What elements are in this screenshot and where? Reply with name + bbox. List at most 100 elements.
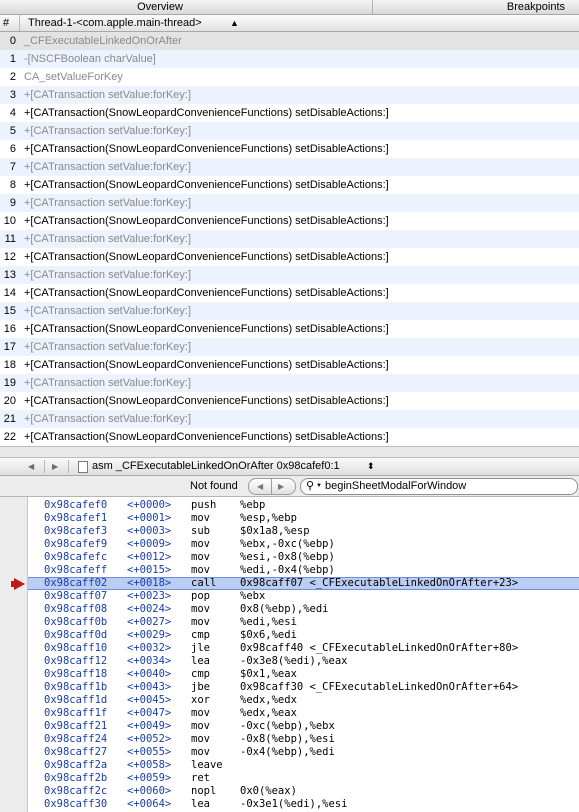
back-arrow-icon[interactable]: ◀ <box>28 458 34 475</box>
stack-frame-row[interactable]: 3 +[CATransaction setValue:forKey:] <box>0 86 579 104</box>
instruction-row[interactable]: 0x98caff21 <+0049> mov -0xc(%ebp),%ebx <box>28 720 579 733</box>
stack-frame-row[interactable]: 17 +[CATransaction setValue:forKey:] <box>0 338 579 356</box>
instruction-operands: $0x1,%eax <box>240 668 297 680</box>
instruction-address: 0x98caff1d <box>44 694 108 706</box>
instruction-row[interactable]: 0x98caff07 <+0023> pop %ebx <box>28 590 579 603</box>
instruction-address: 0x98cafefc <box>44 551 108 563</box>
instruction-mnemonic: mov <box>191 733 210 745</box>
stack-frame-row[interactable]: 10 +[CATransaction(SnowLeopardConvenience… <box>0 212 579 230</box>
instruction-row[interactable]: 0x98cafeff <+0015> mov %edi,-0x4(%ebp) <box>28 564 579 577</box>
frame-number: 18 <box>3 359 16 371</box>
thread-selector[interactable]: Thread-1-<com.apple.main-thread> <box>28 15 202 31</box>
current-instruction-row[interactable]: 0x98caff02 <+0018> call 0x98caff07 <_CFExec… <box>28 577 579 590</box>
frame-number: 4 <box>9 107 16 119</box>
instruction-mnemonic: mov <box>191 551 210 563</box>
thread-popup-arrows-icon[interactable]: ▲ <box>230 15 239 31</box>
search-icon[interactable]: ⚲ <box>306 480 314 493</box>
instruction-address: 0x98caff2c <box>44 785 108 797</box>
forward-arrow-icon[interactable]: ▶ <box>52 458 58 475</box>
instruction-mnemonic: push <box>191 499 217 511</box>
search-menu-caret-icon[interactable]: ▼ <box>316 481 322 491</box>
find-next-icon[interactable]: ▶ <box>278 479 284 494</box>
instruction-row[interactable]: 0x98caff08 <+0024> mov 0x8(%ebp),%edi <box>28 603 579 616</box>
stack-frame-row[interactable]: 1 -[NSCFBoolean charValue] <box>0 50 579 68</box>
instruction-row[interactable]: 0x98caff1b <+0043> jbe 0x98caff30 <_CFExecu… <box>28 681 579 694</box>
frame-function-name: +[CATransaction setValue:forKey:] <box>24 413 192 425</box>
document-icon <box>78 461 88 473</box>
instruction-row[interactable]: 0x98caff1d <+0045> xor %edx,%edx <box>28 694 579 707</box>
find-previous-icon[interactable]: ◀ <box>257 479 263 494</box>
instruction-row[interactable]: 0x98caff24 <+0052> mov -0x8(%ebp),%esi <box>28 733 579 746</box>
instruction-address: 0x98caff02 <box>44 577 108 589</box>
stack-frame-row[interactable]: 8 +[CATransaction(SnowLeopardConvenienceF… <box>0 176 579 194</box>
instruction-row[interactable]: 0x98caff2a <+0058> leave <box>28 759 579 772</box>
instruction-operands: %edx,%eax <box>240 707 297 719</box>
stack-frame-row[interactable]: 22 +[CATransaction(SnowLeopardConvenience… <box>0 428 579 446</box>
stack-frame-row[interactable]: 12 +[CATransaction(SnowLeopardConvenience… <box>0 248 579 266</box>
instruction-row[interactable]: 0x98caff2b <+0059> ret <box>28 772 579 785</box>
stack-frame-row[interactable]: 20 +[CATransaction(SnowLeopardConvenience… <box>0 392 579 410</box>
instruction-row[interactable]: 0x98cafef9 <+0009> mov %ebx,-0xc(%ebp) <box>28 538 579 551</box>
instruction-operands: -0x3e1(%edi),%esi <box>240 798 348 810</box>
frame-number: 20 <box>3 395 16 407</box>
path-popup-arrows-icon[interactable]: ⬍ <box>367 458 375 475</box>
instruction-offset: <+0058> <box>127 759 172 771</box>
instruction-row[interactable]: 0x98cafef3 <+0003> sub $0x1a8,%esp <box>28 525 579 538</box>
frame-function-name: CA_setValueForKey <box>24 71 123 83</box>
instruction-offset: <+0060> <box>127 785 172 797</box>
stack-frame-row[interactable]: 18 +[CATransaction(SnowLeopardConvenience… <box>0 356 579 374</box>
stack-frame-row[interactable]: 7 +[CATransaction setValue:forKey:] <box>0 158 579 176</box>
instruction-operands: -0x3e8(%edi),%eax <box>240 655 348 667</box>
instruction-row[interactable]: 0x98caff10 <+0032> jle 0x98caff40 <_CFExecu… <box>28 642 579 655</box>
frame-function-name: -[NSCFBoolean charValue] <box>24 53 156 65</box>
stack-frame-row[interactable]: 6 +[CATransaction(SnowLeopardConvenienceF… <box>0 140 579 158</box>
overview-title[interactable]: Overview <box>0 0 320 14</box>
instruction-row[interactable]: 0x98caff1f <+0047> mov %edx,%eax <box>28 707 579 720</box>
split-view-divider[interactable] <box>0 446 579 458</box>
instruction-mnemonic: mov <box>191 603 210 615</box>
stack-frame-row[interactable]: 5 +[CATransaction setValue:forKey:] <box>0 122 579 140</box>
instruction-address: 0x98caff18 <box>44 668 108 680</box>
instruction-mnemonic: mov <box>191 720 210 732</box>
instruction-row[interactable]: 0x98caff30 <+0064> lea -0x3e1(%edi),%esi <box>28 798 579 811</box>
navigation-bar: ◀ ▶ asm _CFExecutableLinkedOnOrAfter 0x9… <box>0 458 579 476</box>
stack-frame-row[interactable]: 11 +[CATransaction setValue:forKey:] <box>0 230 579 248</box>
instruction-row[interactable]: 0x98cafef1 <+0001> mov %esp,%ebp <box>28 512 579 525</box>
instruction-operands: %ebx,-0xc(%ebp) <box>240 538 335 550</box>
instruction-row[interactable]: 0x98caff2c <+0060> nopl 0x0(%eax) <box>28 785 579 798</box>
instruction-mnemonic: mov <box>191 707 210 719</box>
stack-frame-row[interactable]: 14 +[CATransaction(SnowLeopardConvenience… <box>0 284 579 302</box>
stack-frame-row[interactable]: 2 CA_setValueForKey <box>0 68 579 86</box>
instruction-offset: <+0023> <box>127 590 172 602</box>
stack-frame-row[interactable]: 9 +[CATransaction setValue:forKey:] <box>0 194 579 212</box>
instruction-offset: <+0064> <box>127 798 172 810</box>
instruction-offset: <+0043> <box>127 681 172 693</box>
instruction-address: 0x98caff0d <box>44 629 108 641</box>
file-path-popup[interactable]: asm _CFExecutableLinkedOnOrAfter 0x98caf… <box>92 458 340 475</box>
stack-frame-row[interactable]: 0 _CFExecutableLinkedOnOrAfter <box>0 32 579 50</box>
frame-number: 5 <box>9 125 16 137</box>
stack-frame-row[interactable]: 21 +[CATransaction setValue:forKey:] <box>0 410 579 428</box>
stack-frame-row[interactable]: 16 +[CATransaction(SnowLeopardConvenience… <box>0 320 579 338</box>
instruction-row[interactable]: 0x98cafefc <+0012> mov %esi,-0x8(%ebp) <box>28 551 579 564</box>
instruction-row[interactable]: 0x98caff12 <+0034> lea -0x3e8(%edi),%eax <box>28 655 579 668</box>
instruction-offset: <+0024> <box>127 603 172 615</box>
frame-number: 9 <box>9 197 16 209</box>
stack-frame-row[interactable]: 15 +[CATransaction setValue:forKey:] <box>0 302 579 320</box>
breakpoints-title[interactable]: Breakpoints <box>507 0 565 14</box>
instruction-row[interactable]: 0x98cafef0 <+0000> push %ebp <box>28 499 579 512</box>
instruction-row[interactable]: 0x98caff18 <+0040> cmp $0x1,%eax <box>28 668 579 681</box>
stack-frame-row[interactable]: 4 +[CATransaction(SnowLeopardConvenienceF… <box>0 104 579 122</box>
stack-frame-row[interactable]: 13 +[CATransaction setValue:forKey:] <box>0 266 579 284</box>
instruction-address: 0x98caff10 <box>44 642 108 654</box>
stack-frame-row[interactable]: 19 +[CATransaction setValue:forKey:] <box>0 374 579 392</box>
instruction-mnemonic: leave <box>191 759 223 771</box>
search-field[interactable]: ⚲ ▼ beginSheetModalForWindow <box>300 478 578 495</box>
instruction-operands: -0x8(%ebp),%esi <box>240 733 335 745</box>
instruction-row[interactable]: 0x98caff0b <+0027> mov %edi,%esi <box>28 616 579 629</box>
breakpoint-gutter[interactable] <box>0 497 28 812</box>
instruction-row[interactable]: 0x98caff0d <+0029> cmp $0x6,%edi <box>28 629 579 642</box>
search-input[interactable]: beginSheetModalForWindow <box>325 479 466 494</box>
instruction-offset: <+0052> <box>127 733 172 745</box>
instruction-row[interactable]: 0x98caff27 <+0055> mov -0x4(%ebp),%edi <box>28 746 579 759</box>
